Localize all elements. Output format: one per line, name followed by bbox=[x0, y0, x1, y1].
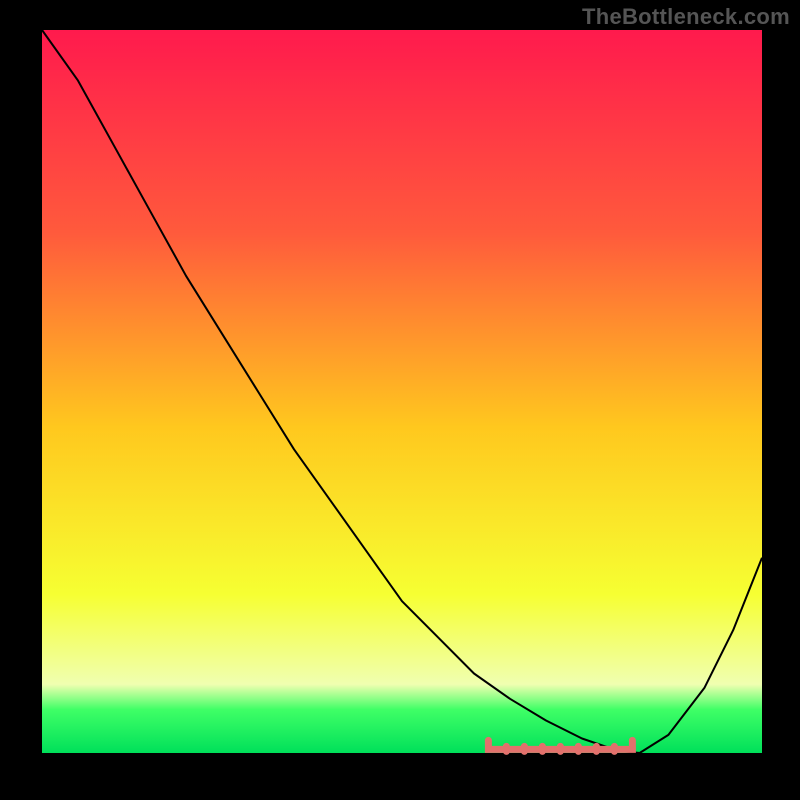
plot-area bbox=[42, 30, 762, 753]
chart-frame: TheBottleneck.com bbox=[0, 0, 800, 800]
attribution-text: TheBottleneck.com bbox=[582, 4, 790, 30]
bottleneck-chart bbox=[0, 0, 800, 800]
